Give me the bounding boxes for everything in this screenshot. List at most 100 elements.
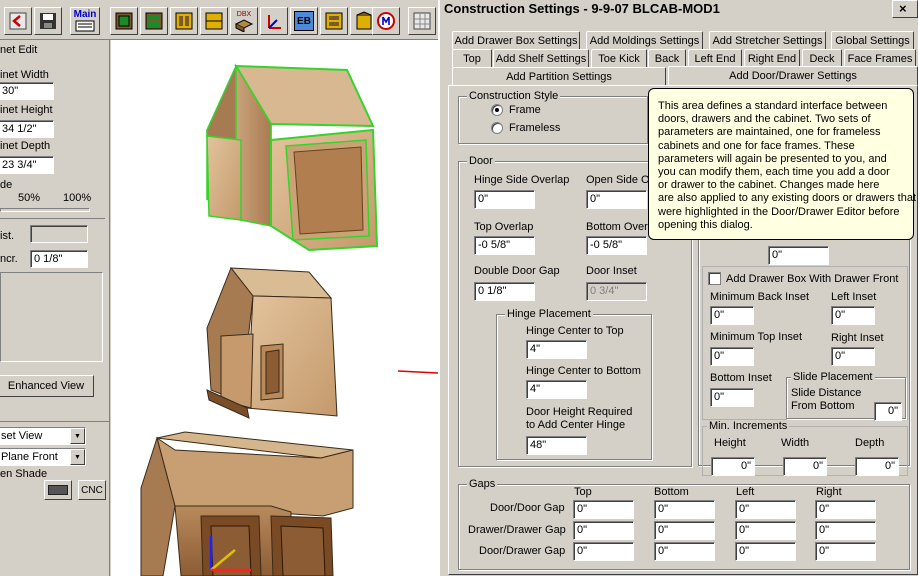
- cabinet-depth-input[interactable]: 23 3/4": [0, 156, 54, 174]
- tab-add-door-drawer-settings[interactable]: Add Door/Drawer Settings: [668, 66, 918, 85]
- eb-icon: EB: [294, 11, 314, 31]
- door-door-gap-top[interactable]: 0": [573, 500, 634, 519]
- cabinet-tool-2[interactable]: [140, 7, 168, 35]
- cabinet-width-input[interactable]: 30": [0, 82, 54, 100]
- cm-icon: [377, 12, 395, 30]
- dist-label: ist.: [0, 230, 15, 242]
- tab-deck[interactable]: Deck: [802, 49, 842, 67]
- dialog-title[interactable]: Construction Settings - 9-9-07 BLCAB-MOD…: [440, 0, 918, 20]
- dbx-button[interactable]: DBX: [230, 7, 258, 35]
- bottom-overlap-input[interactable]: -0 5/8": [586, 236, 647, 255]
- construction-style-group: Construction Style Frame Frameless: [458, 90, 648, 144]
- close-button[interactable]: ×: [892, 0, 918, 18]
- hinge-side-overlap-label: Hinge Side Overlap: [474, 174, 570, 186]
- top-overlap-input[interactable]: -0 5/8": [474, 236, 535, 255]
- tab-add-stretcher-settings[interactable]: Add Stretcher Settings: [709, 31, 826, 49]
- dist-input[interactable]: [30, 225, 88, 243]
- tab-global-settings[interactable]: Global Settings: [831, 31, 914, 49]
- construction-style-title: Construction Style: [467, 90, 561, 102]
- min-back-inset-input[interactable]: 0": [710, 306, 754, 325]
- bottom-cabinet[interactable]: [140, 431, 354, 576]
- tab-add-drawer-box-settings[interactable]: Add Drawer Box Settings: [452, 31, 580, 49]
- tab-face-frames[interactable]: Face Frames: [844, 49, 916, 67]
- double-door-gap-input[interactable]: 0 1/8": [474, 282, 535, 301]
- chevron-down-icon[interactable]: ▼: [70, 428, 85, 444]
- 3d-viewport[interactable]: [111, 40, 438, 576]
- door-height-input[interactable]: 48": [526, 436, 587, 455]
- min-back-inset-label: Minimum Back Inset: [710, 291, 810, 303]
- door-group-title: Door: [467, 155, 495, 167]
- view-select[interactable]: set View ▼: [0, 427, 86, 445]
- cabinet-tool-1[interactable]: [110, 7, 138, 35]
- cabinet-icon: [145, 12, 163, 30]
- axis-button[interactable]: [260, 7, 288, 35]
- tab-back[interactable]: Back: [648, 49, 686, 67]
- min-width-input[interactable]: 0": [783, 457, 827, 476]
- drawer-drawer-gap-bottom[interactable]: 0": [654, 521, 715, 540]
- door-drawer-gap-left[interactable]: 0": [735, 542, 796, 561]
- cabinet-tool-5[interactable]: [320, 7, 348, 35]
- bottom-inset-input[interactable]: 0": [710, 388, 754, 407]
- enhanced-view-button[interactable]: Enhanced View: [0, 375, 94, 397]
- main-button[interactable]: Main: [70, 7, 100, 35]
- drawer-drawer-gap-left[interactable]: 0": [735, 521, 796, 540]
- drawer-setting-input[interactable]: 0": [768, 246, 829, 265]
- eb-button[interactable]: EB: [290, 7, 318, 35]
- selected-cabinet[interactable]: [206, 63, 379, 252]
- hinge-side-overlap-input[interactable]: 0": [474, 190, 535, 209]
- door-drawer-gap-bottom[interactable]: 0": [654, 542, 715, 561]
- door-door-gap-bottom[interactable]: 0": [654, 500, 715, 519]
- chevron-down-icon[interactable]: ▼: [70, 449, 85, 465]
- door-door-gap-left[interactable]: 0": [735, 500, 796, 519]
- left-inset-input[interactable]: 0": [831, 306, 875, 325]
- tab-add-moldings-settings[interactable]: Add Moldings Settings: [586, 31, 703, 49]
- cabinet-tool-3[interactable]: [170, 7, 198, 35]
- door-drawer-gap-right[interactable]: 0": [815, 542, 876, 561]
- preview-box: [0, 272, 103, 362]
- min-height-input[interactable]: 0": [711, 457, 755, 476]
- tooltip-line: cabinets and one for face frames. These: [658, 139, 855, 152]
- tooltip-line: This area defines a standard interface b…: [658, 100, 888, 112]
- tab-add-partition-settings[interactable]: Add Partition Settings: [452, 67, 666, 85]
- grid-button[interactable]: [408, 7, 436, 35]
- cabinet-tool-4[interactable]: [200, 7, 228, 35]
- hinge-center-bottom-label: Hinge Center to Bottom: [526, 365, 641, 377]
- cm-button[interactable]: [372, 7, 400, 35]
- tab-right-end[interactable]: Right End: [744, 49, 800, 67]
- shade-color-button[interactable]: [44, 480, 72, 500]
- min-depth-input[interactable]: 0": [855, 457, 899, 476]
- drawer-drawer-gap-right[interactable]: 0": [815, 521, 876, 540]
- cnc-button[interactable]: CNC: [78, 480, 106, 500]
- tooltip-line: you can modify them, each time you add a…: [658, 166, 890, 179]
- right-inset-input[interactable]: 0": [831, 347, 875, 366]
- back-button[interactable]: [4, 7, 32, 35]
- hinge-center-top-input[interactable]: 4": [526, 340, 587, 359]
- tab-left-end[interactable]: Left End: [688, 49, 742, 67]
- cabinet-icon: [175, 12, 193, 30]
- slide-distance-input[interactable]: 0": [874, 402, 902, 421]
- shade-slider[interactable]: [0, 208, 90, 212]
- hidden-shade-label: en Shade: [0, 468, 48, 480]
- frameless-radio[interactable]: [491, 122, 503, 134]
- min-top-inset-input[interactable]: 0": [710, 347, 754, 366]
- cabinet-edit-label: net Edit: [0, 44, 38, 56]
- tab-toe-kick[interactable]: Toe Kick: [591, 49, 647, 67]
- cabinet-depth-label: inet Depth: [0, 140, 51, 152]
- tab-add-shelf-settings[interactable]: Add Shelf Settings: [493, 49, 589, 67]
- dbx-label: DBX: [236, 10, 252, 18]
- gaps-column-left: Left: [736, 486, 755, 498]
- plane-select[interactable]: Plane Front ▼: [0, 448, 86, 466]
- incr-input[interactable]: 0 1/8": [30, 250, 88, 268]
- cabinet-height-input[interactable]: 34 1/2": [0, 120, 54, 138]
- middle-cabinet[interactable]: [206, 267, 338, 419]
- hinge-center-bottom-input[interactable]: 4": [526, 380, 587, 399]
- door-drawer-gap-top[interactable]: 0": [573, 542, 634, 561]
- tab-top[interactable]: Top: [452, 49, 492, 67]
- open-side-overlap-input[interactable]: 0": [586, 190, 647, 209]
- drawer-drawer-gap-top[interactable]: 0": [573, 521, 634, 540]
- save-button[interactable]: [34, 7, 62, 35]
- main-icon: [75, 20, 95, 32]
- frame-radio[interactable]: [491, 104, 503, 116]
- min-height-label: Height: [714, 437, 746, 449]
- door-door-gap-right[interactable]: 0": [815, 500, 876, 519]
